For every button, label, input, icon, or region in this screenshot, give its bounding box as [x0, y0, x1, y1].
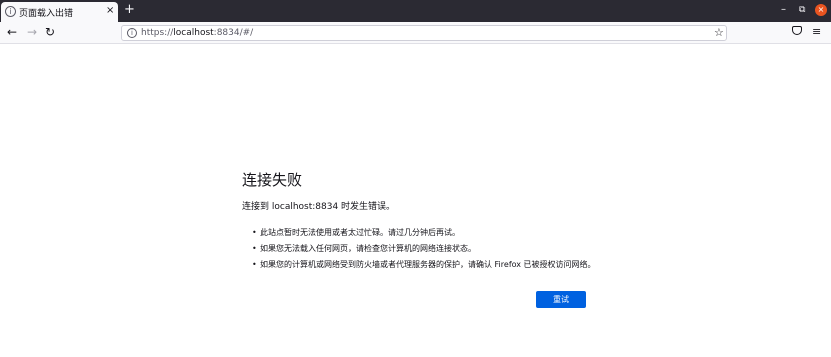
error-title: 连接失败 [242, 171, 303, 189]
bookmark-star-icon[interactable]: ☆ [714, 26, 724, 40]
minimize-button[interactable]: – [781, 4, 786, 16]
retry-button[interactable]: 重试 [536, 291, 586, 308]
url-scheme: https:// [141, 28, 174, 38]
hamburger-menu-icon[interactable]: ≡ [812, 25, 821, 39]
maximize-button[interactable]: ⧉ [799, 4, 805, 16]
url-path: :8834/#/ [213, 28, 254, 38]
tab-title: 页面载入出错 [19, 9, 74, 19]
url-bar[interactable]: i https://localhost:8834/#/ ☆ [121, 25, 727, 41]
list-item-text: 如果您的计算机或网络受到防火墙或者代理服务器的保护，请确认 Firefox 已被… [260, 260, 596, 269]
list-item: • 如果您的计算机或网络受到防火墙或者代理服务器的保护，请确认 Firefox … [252, 259, 596, 275]
title-bar: i 页面载入出错 × + – ⧉ × [0, 0, 831, 22]
error-suggestions-list: • 此站点暂时无法使用或者太过忙碌。请过几分钟后再试。 • 如果您无法载入任何网… [252, 227, 596, 275]
forward-button[interactable]: → [27, 25, 37, 39]
tab-close-icon[interactable]: × [106, 5, 114, 17]
reload-button[interactable]: ↻ [45, 25, 55, 39]
tab-active[interactable]: i 页面载入出错 × [1, 2, 118, 22]
url-text[interactable]: https://localhost:8834/#/ [141, 28, 253, 39]
list-item: • 如果您无法载入任何网页，请检查您计算机的网络连接状态。 [252, 243, 596, 259]
navigation-toolbar: ← → ↻ i https://localhost:8834/#/ ☆ ≡ [0, 22, 831, 44]
list-item: • 此站点暂时无法使用或者太过忙碌。请过几分钟后再试。 [252, 227, 596, 243]
pocket-icon[interactable] [792, 26, 802, 35]
site-info-icon[interactable]: i [127, 28, 137, 38]
info-circle-icon: i [5, 6, 16, 17]
page-content: 连接失败 连接到 localhost:8834 时发生错误。 • 此站点暂时无法… [0, 44, 831, 357]
error-description: 连接到 localhost:8834 时发生错误。 [242, 202, 396, 212]
window-close-button[interactable]: × [815, 4, 827, 16]
url-host: localhost [173, 28, 214, 38]
back-button[interactable]: ← [7, 25, 17, 39]
bullet-icon: • [252, 260, 257, 269]
bullet-icon: • [252, 244, 257, 253]
list-item-text: 此站点暂时无法使用或者太过忙碌。请过几分钟后再试。 [260, 228, 460, 237]
bullet-icon: • [252, 228, 257, 237]
list-item-text: 如果您无法载入任何网页，请检查您计算机的网络连接状态。 [260, 244, 476, 253]
new-tab-button[interactable]: + [124, 3, 135, 17]
